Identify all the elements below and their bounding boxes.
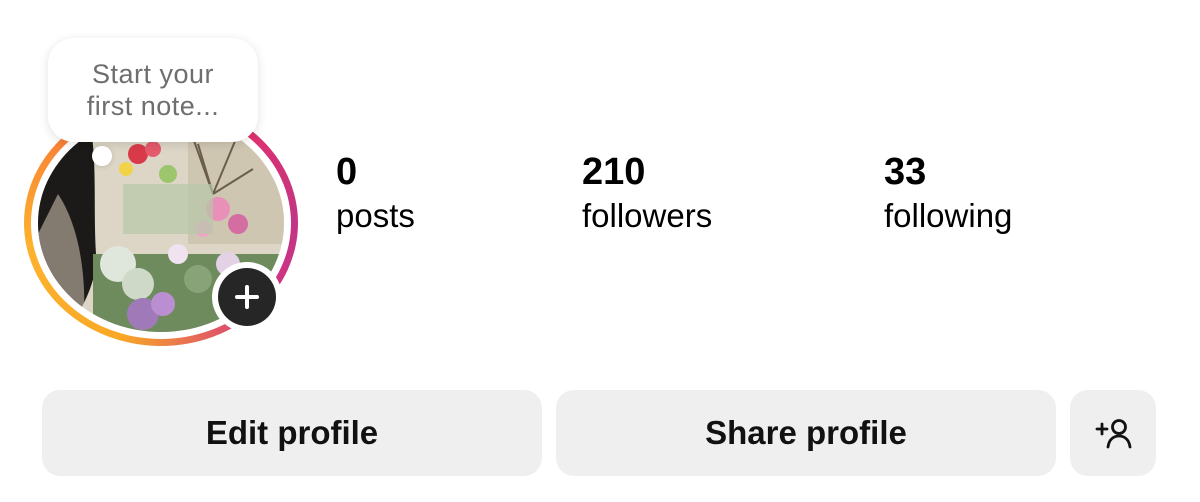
- stat-posts[interactable]: 0 posts: [336, 150, 415, 238]
- discover-people-button[interactable]: [1070, 390, 1156, 476]
- note-bubble[interactable]: Start your first note...: [48, 38, 258, 142]
- edit-profile-button[interactable]: Edit profile: [42, 390, 542, 476]
- add-person-icon: [1095, 419, 1132, 449]
- note-text-line2: first note...: [86, 91, 220, 121]
- posts-count: 0: [336, 151, 358, 193]
- following-count: 33: [884, 151, 927, 193]
- profile-header: Start your first note... 0 posts 210 fol…: [0, 0, 1200, 502]
- followers-label: followers: [582, 197, 713, 234]
- posts-label: posts: [336, 197, 415, 234]
- following-label: following: [884, 197, 1013, 234]
- share-profile-button[interactable]: Share profile: [556, 390, 1056, 476]
- plus-icon: [235, 285, 259, 309]
- note-bubble-tail: [92, 146, 112, 166]
- stat-followers[interactable]: 210 followers: [582, 150, 712, 238]
- stat-following[interactable]: 33 following: [884, 150, 1012, 238]
- note-text-line1: Start your: [91, 59, 215, 89]
- followers-count: 210: [582, 151, 646, 193]
- add-story-button[interactable]: [212, 262, 282, 332]
